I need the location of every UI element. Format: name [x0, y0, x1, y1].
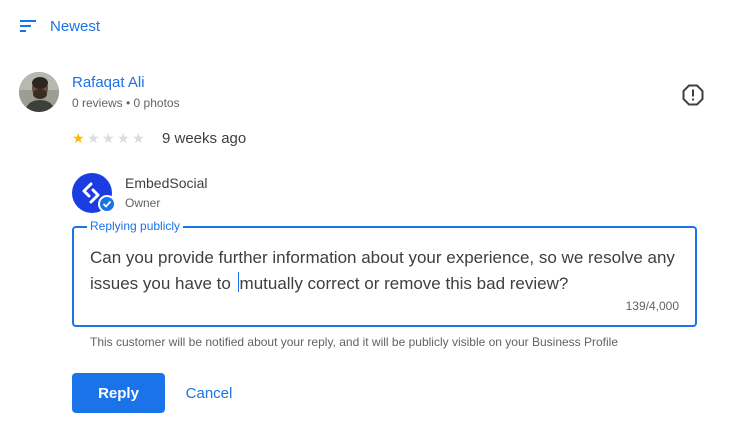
- reply-text-after-cursor: mutually correct or remove this bad revi…: [239, 274, 569, 293]
- reviewer-avatar[interactable]: [19, 72, 59, 112]
- sort-label: Newest: [50, 17, 101, 35]
- reviewer-name[interactable]: Rafaqat Ali: [72, 74, 145, 91]
- star-filled-icon: ★: [72, 130, 85, 146]
- star-empty-icon: ★: [102, 130, 115, 146]
- reply-visibility-notice: This customer will be notified about you…: [90, 335, 619, 349]
- reply-text[interactable]: Can you provide further information abou…: [90, 245, 690, 297]
- report-icon[interactable]: [682, 84, 704, 106]
- verified-badge-icon: [98, 195, 116, 213]
- reply-textarea[interactable]: Replying publicly Can you provide furthe…: [72, 218, 697, 327]
- character-counter: 139/4,000: [625, 299, 679, 313]
- star-empty-icon: ★: [87, 130, 100, 146]
- cancel-button[interactable]: Cancel: [174, 373, 244, 413]
- star-empty-icon: ★: [117, 130, 130, 146]
- reviewer-meta: 0 reviews • 0 photos: [72, 96, 180, 110]
- sort-icon: [20, 19, 38, 33]
- review-date: 9 weeks ago: [162, 130, 247, 147]
- text-cursor: [237, 272, 239, 292]
- owner-name: EmbedSocial: [125, 175, 208, 191]
- reply-field-label: Replying publicly: [87, 218, 184, 234]
- sort-newest-button[interactable]: Newest: [20, 15, 100, 37]
- star-empty-icon: ★: [132, 130, 145, 146]
- reply-button[interactable]: Reply: [72, 373, 165, 413]
- star-rating: ★ ★ ★ ★ ★: [72, 131, 147, 145]
- owner-role: Owner: [125, 196, 161, 210]
